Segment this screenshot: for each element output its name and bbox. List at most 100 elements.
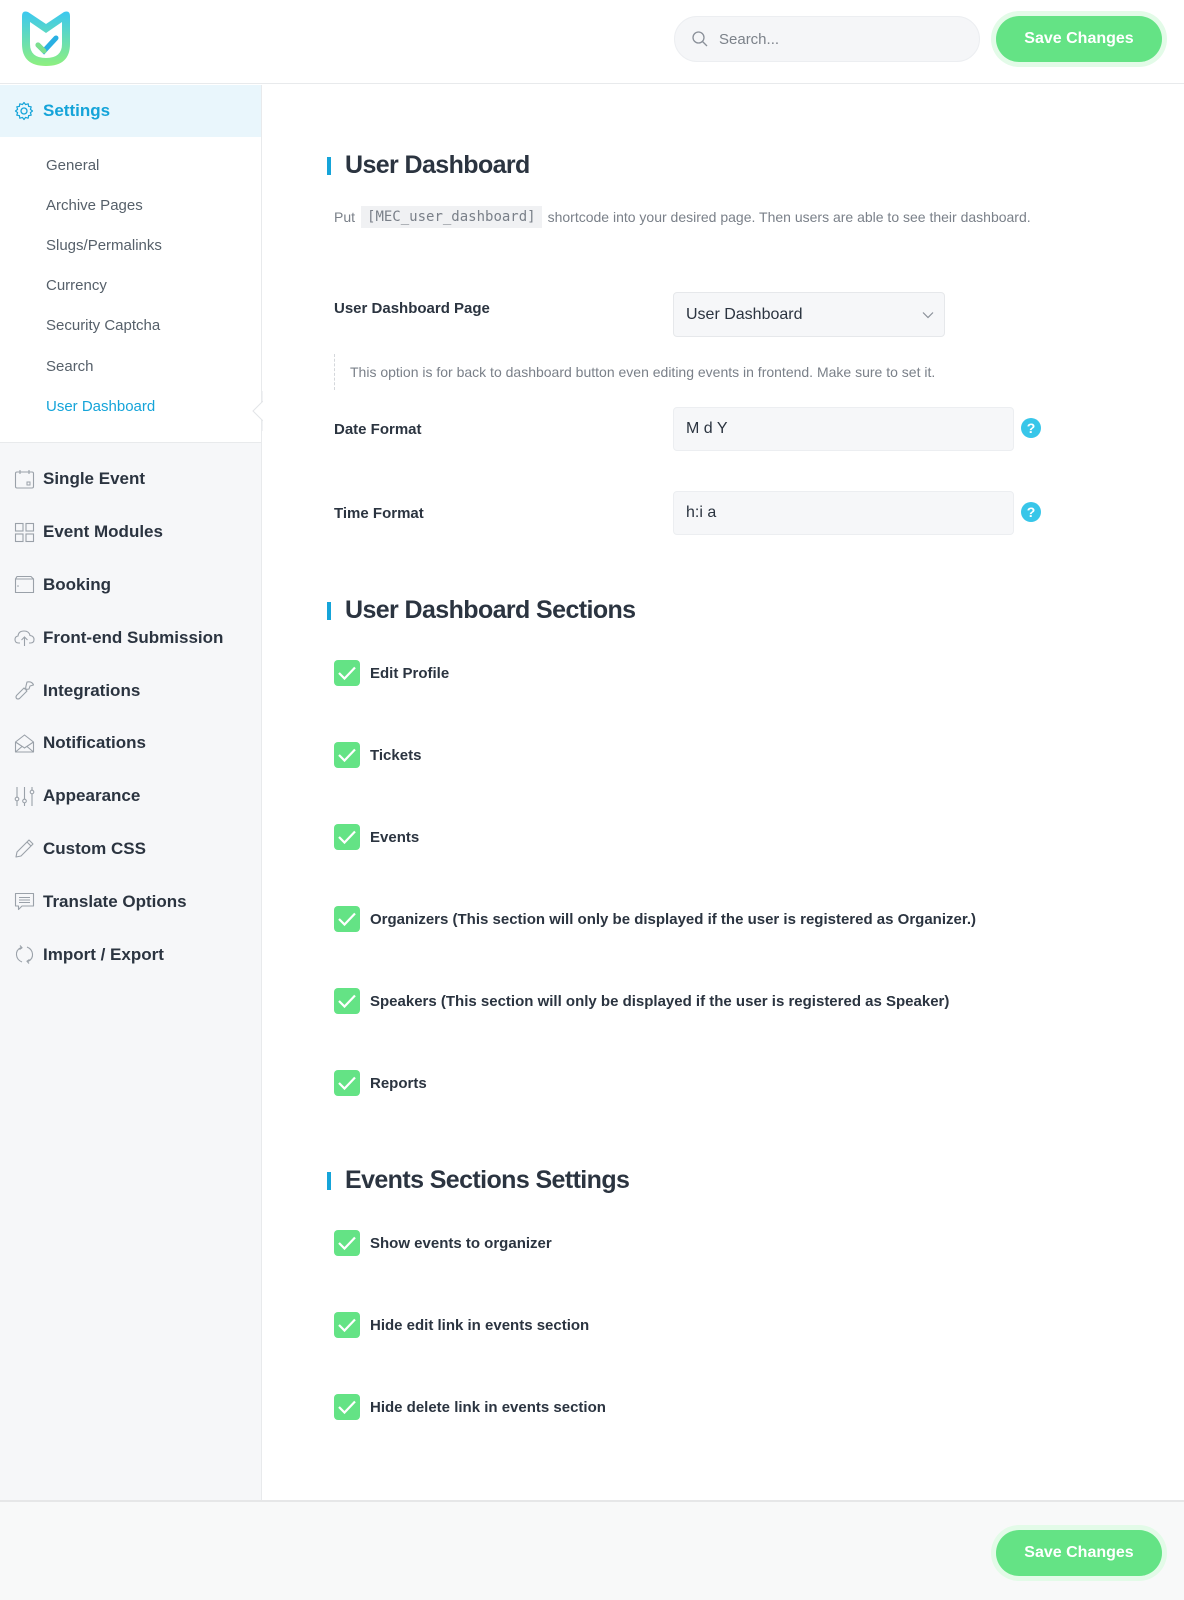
checkbox-organizers[interactable]: Organizers (This section will only be di… (334, 906, 976, 932)
checkbox-checked[interactable] (334, 988, 360, 1014)
sidebar-item-translate-options[interactable]: Translate Options (0, 875, 261, 928)
sidebar-item-label: Single Event (43, 469, 146, 489)
checkbox-checked[interactable] (334, 824, 360, 850)
time-format-input[interactable] (673, 491, 1014, 535)
sidebar-item-appearance[interactable]: Appearance (0, 770, 261, 823)
checkbox-checked[interactable] (334, 1230, 360, 1256)
sidebar: Settings General Archive Pages Slugs/Per… (0, 85, 262, 1500)
sidebar-item-label: Event Modules (43, 522, 163, 542)
checkbox-hide-edit-link[interactable]: Hide edit link in events section (334, 1312, 589, 1338)
checkmark-icon (338, 1400, 356, 1415)
wallet-icon (14, 576, 35, 594)
search-icon (692, 31, 708, 47)
checkbox-hide-delete-link[interactable]: Hide delete link in events section (334, 1394, 606, 1420)
search-box[interactable] (674, 16, 980, 62)
checkmark-icon (338, 912, 356, 927)
sidebar-menu: Single Event Event Modules Booking Front… (0, 443, 261, 981)
sidebar-item-label: Custom CSS (43, 838, 146, 858)
chat-icon (14, 893, 35, 911)
sidebar-item-label: Booking (43, 574, 111, 594)
wrench-icon (15, 681, 35, 700)
sidebar-item-single-event[interactable]: Single Event (0, 453, 261, 506)
checkbox-tickets[interactable]: Tickets (334, 742, 421, 768)
sidebar-item-notifications[interactable]: Notifications (0, 717, 261, 770)
checkbox-checked[interactable] (334, 1394, 360, 1420)
save-changes-button-footer[interactable]: Save Changes (996, 1530, 1162, 1576)
calendar-icon (14, 469, 35, 489)
checkbox-label: Reports (370, 1074, 427, 1092)
sidebar-item-label: Front-end Submission (43, 627, 224, 647)
top-header: Save Changes (0, 0, 1184, 84)
sliders-icon (14, 786, 35, 806)
section-title-text: User Dashboard Sections (345, 596, 636, 624)
desc-suffix: shortcode into your desired page. Then u… (547, 209, 1031, 225)
sidebar-item-import-export[interactable]: Import / Export (0, 928, 261, 981)
submenu-item-general[interactable]: General (0, 145, 261, 185)
checkbox-checked[interactable] (334, 906, 360, 932)
sidebar-item-label: Translate Options (43, 891, 187, 911)
checkbox-speakers[interactable]: Speakers (This section will only be disp… (334, 988, 949, 1014)
sidebar-item-label: Integrations (43, 680, 141, 700)
select-value: User Dashboard (686, 305, 803, 323)
time-format-label: Time Format (334, 505, 424, 522)
sidebar-item-settings[interactable]: Settings (0, 85, 261, 137)
checkbox-label: Edit Profile (370, 664, 450, 682)
checkbox-checked[interactable] (334, 660, 360, 686)
section-title-text: Events Sections Settings (345, 1166, 630, 1194)
submenu-item-slugs-permalinks[interactable]: Slugs/Permalinks (0, 225, 261, 265)
sidebar-item-label: Settings (43, 101, 111, 120)
checkmark-icon (338, 666, 356, 681)
pencil-icon (15, 839, 34, 859)
sidebar-item-label: Appearance (43, 786, 141, 806)
checkbox-checked[interactable] (334, 1312, 360, 1338)
checkmark-icon (338, 1318, 356, 1333)
user-dashboard-page-select[interactable]: User Dashboard (673, 292, 945, 337)
settings-submenu: General Archive Pages Slugs/Permalinks C… (0, 137, 261, 443)
checkbox-checked[interactable] (334, 742, 360, 768)
date-format-help-icon[interactable]: ? (1021, 418, 1041, 438)
save-changes-button[interactable]: Save Changes (996, 16, 1162, 62)
checkbox-checked[interactable] (334, 1070, 360, 1096)
checkbox-label: Tickets (370, 746, 422, 764)
mec-logo[interactable] (16, 8, 76, 68)
desc-prefix: Put (334, 209, 356, 225)
checkmark-icon (338, 830, 356, 845)
checkbox-events[interactable]: Events (334, 824, 419, 850)
title-accent-bar (327, 156, 331, 175)
refresh-icon (15, 945, 34, 964)
submenu-item-user-dashboard[interactable]: User Dashboard (0, 386, 261, 426)
time-format-help-icon[interactable]: ? (1021, 502, 1041, 522)
submenu-item-security-captcha[interactable]: Security Captcha (0, 306, 261, 346)
sidebar-item-integrations[interactable]: Integrations (0, 664, 261, 717)
checkbox-label: Hide edit link in events section (370, 1316, 590, 1334)
sidebar-item-event-modules[interactable]: Event Modules (0, 506, 261, 559)
submenu-item-archive-pages[interactable]: Archive Pages (0, 185, 261, 225)
checkbox-edit-profile[interactable]: Edit Profile (334, 660, 449, 686)
sidebar-item-booking[interactable]: Booking (0, 559, 261, 612)
date-format-input[interactable] (673, 407, 1014, 451)
shortcode: [MEC_user_dashboard] (361, 206, 542, 228)
section-title-text: User Dashboard (345, 151, 530, 179)
sidebar-item-label: Notifications (43, 733, 146, 753)
active-item-notch (252, 391, 263, 431)
shortcode-description: Put [MEC_user_dashboard] shortcode into … (334, 206, 1031, 228)
user-dashboard-page-label: User Dashboard Page (334, 300, 490, 317)
checkbox-label: Organizers (This section will only be di… (370, 910, 977, 928)
user-dashboard-page-hint: This option is for back to dashboard but… (334, 354, 935, 390)
sidebar-item-custom-css[interactable]: Custom CSS (0, 823, 261, 876)
gear-icon (14, 101, 34, 121)
footer-bar: Save Changes (0, 1500, 1184, 1600)
checkbox-label: Speakers (This section will only be disp… (370, 992, 950, 1010)
sidebar-item-front-end-submission[interactable]: Front-end Submission (0, 611, 261, 664)
grid-icon (14, 522, 35, 542)
checkbox-label: Show events to organizer (370, 1234, 552, 1252)
checkmark-icon (338, 1236, 356, 1251)
checkmark-icon (338, 748, 356, 763)
submenu-item-search[interactable]: Search (0, 346, 261, 386)
checkbox-show-events-to-organizer[interactable]: Show events to organizer (334, 1230, 552, 1256)
checkbox-reports[interactable]: Reports (334, 1070, 427, 1096)
checkbox-label: Hide delete link in events section (370, 1398, 606, 1416)
search-input[interactable] (719, 30, 959, 48)
submenu-item-currency[interactable]: Currency (0, 266, 261, 306)
main-content: User Dashboard Put [MEC_user_dashboard] … (263, 85, 1184, 1500)
